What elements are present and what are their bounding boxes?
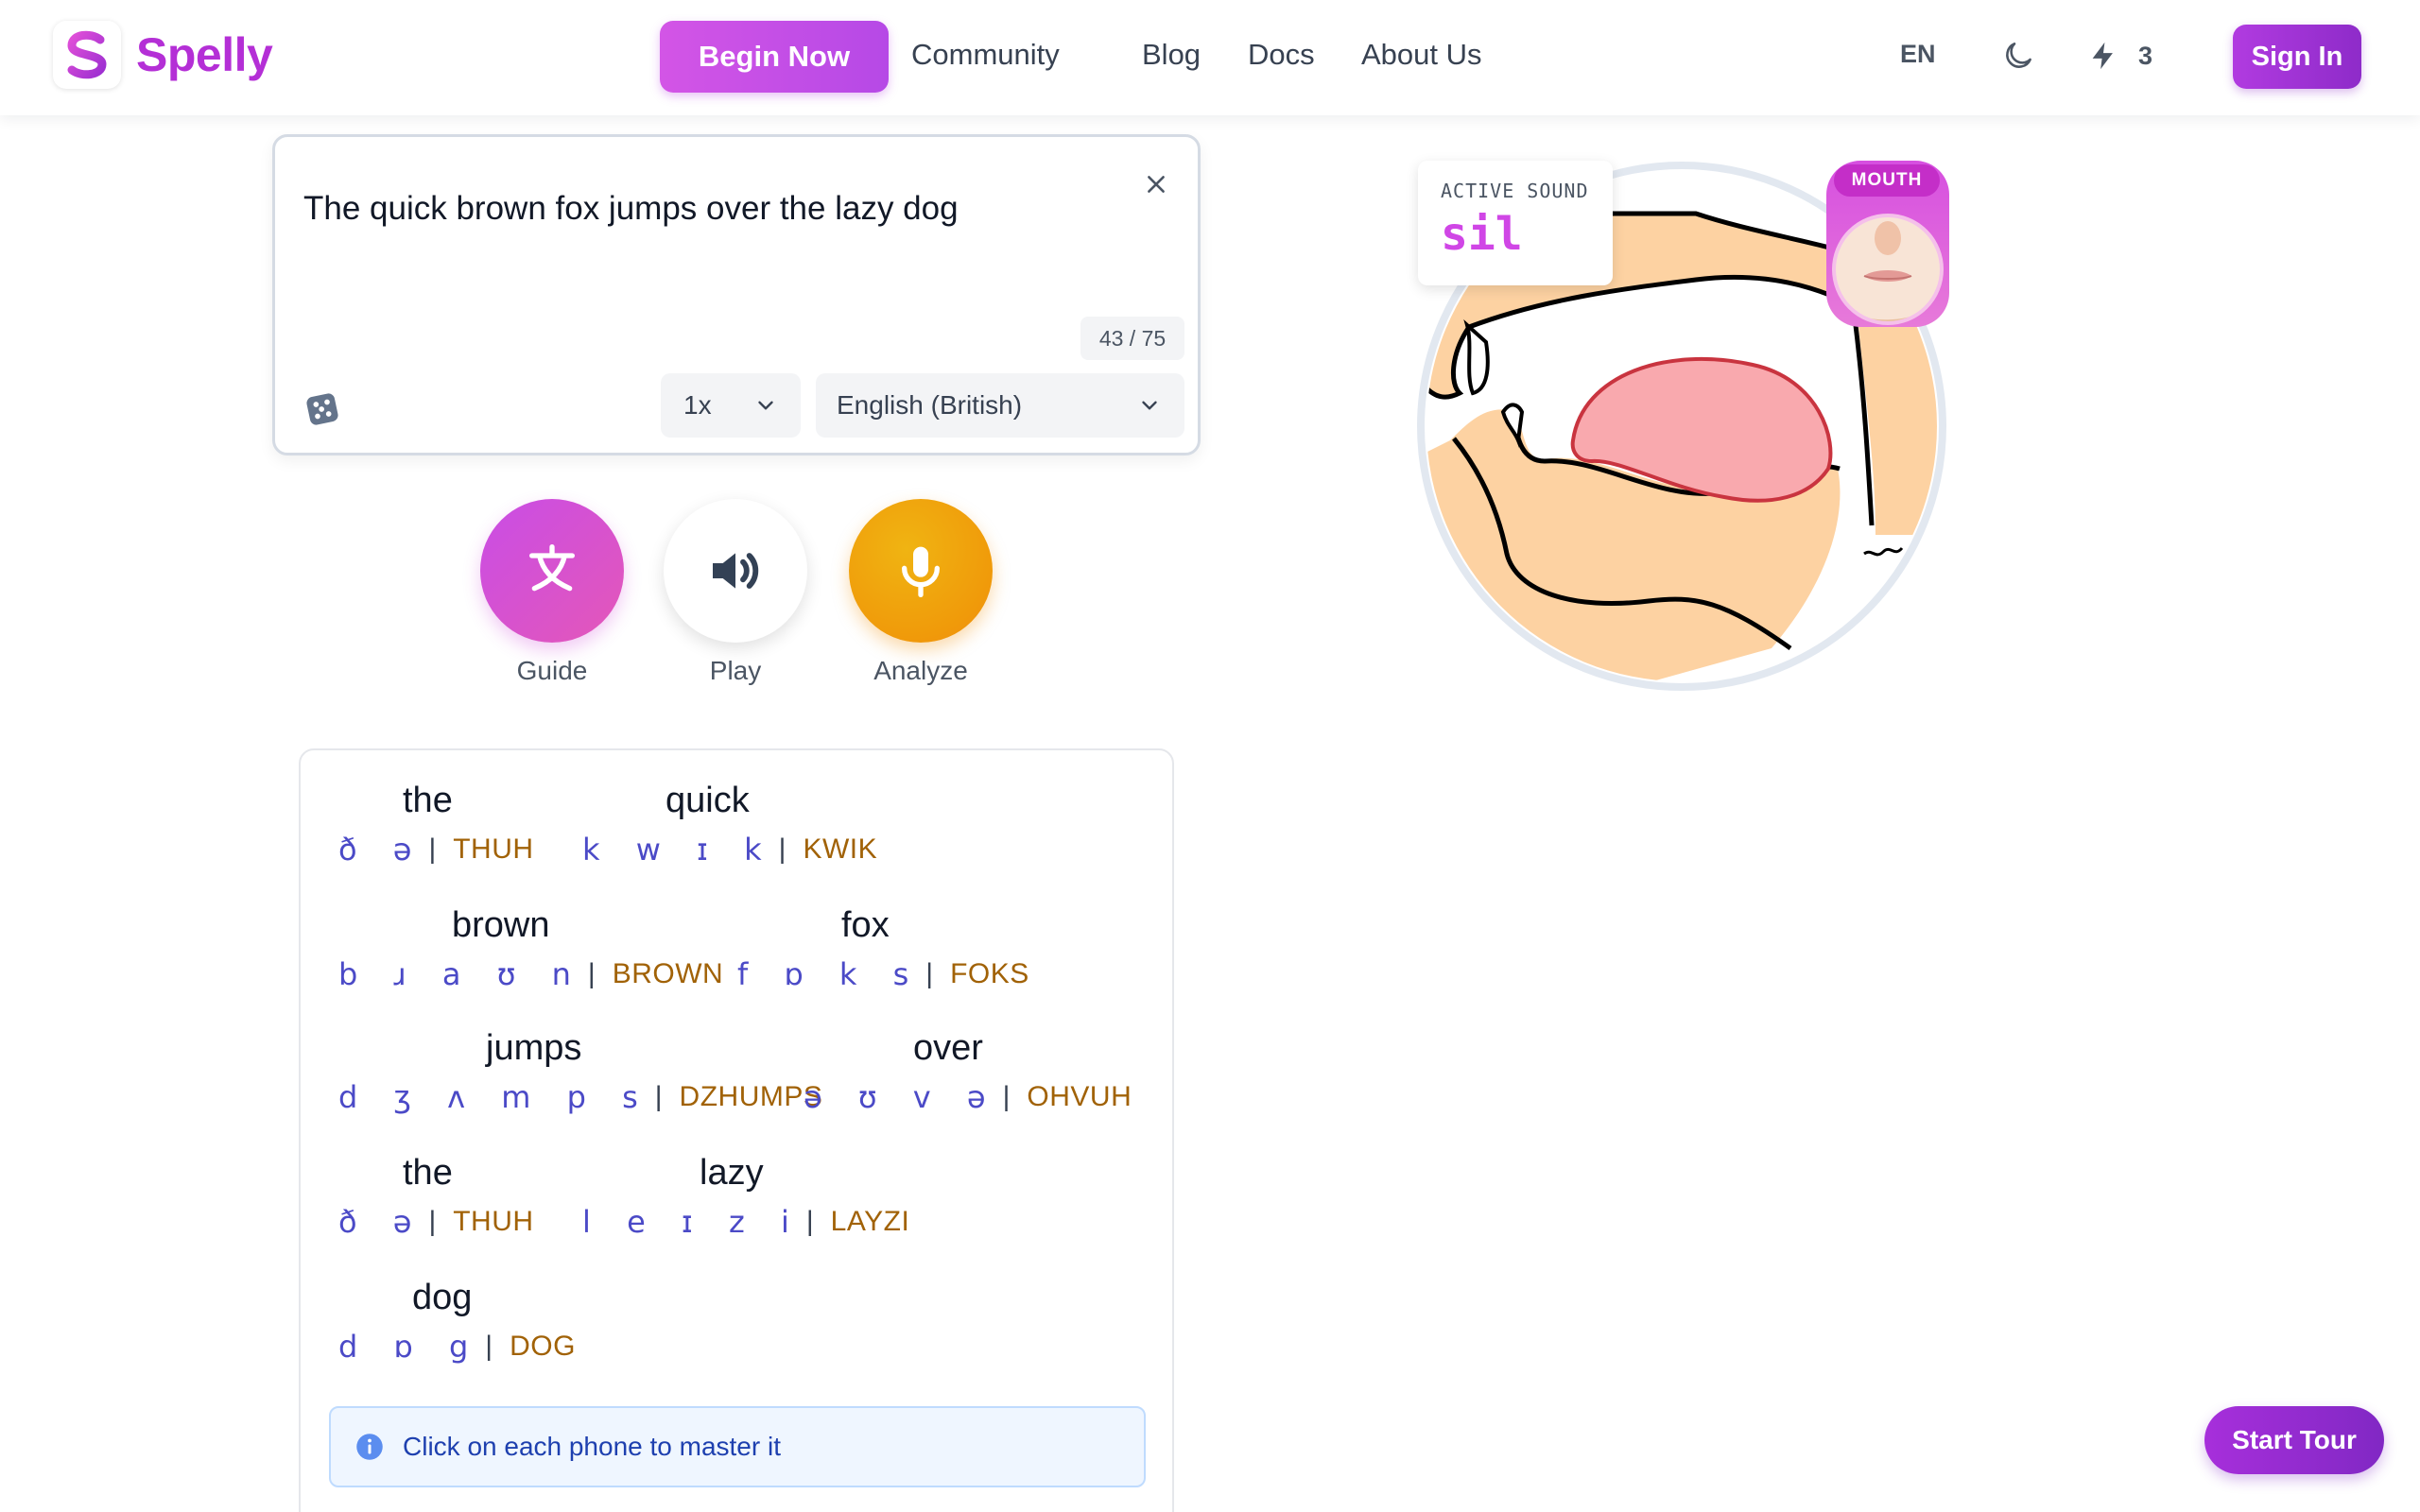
respelling: FOKS — [950, 958, 1029, 989]
face-avatar — [1832, 214, 1944, 325]
speaker-icon — [713, 553, 759, 589]
clear-icon[interactable] — [1137, 165, 1175, 203]
ipa-phones[interactable]: ð ə — [338, 832, 424, 868]
credits-count: 3 — [2138, 42, 2153, 70]
mouth-tag: MOUTH — [1834, 164, 1940, 197]
chevron-down-icon — [758, 401, 773, 410]
ipa-phones[interactable]: d ɒ g — [338, 1329, 481, 1365]
guide-button[interactable] — [480, 499, 624, 643]
speed-value: 1x — [683, 390, 712, 420]
separator: | — [485, 1331, 493, 1362]
transcription-row: the ð ə | THUH quick k w ɪ k | KWIK — [301, 781, 1172, 894]
word-label: over — [913, 1028, 983, 1068]
word-label: fox — [841, 905, 890, 945]
dice-icon[interactable] — [303, 390, 341, 433]
ipa-phones[interactable]: l e ɪ z i — [582, 1204, 803, 1240]
top-navbar: Spelly Begin Now Community Blog Docs Abo… — [0, 0, 2420, 115]
phone-group[interactable]: k w ɪ k | KWIK — [582, 832, 877, 868]
respelling: OHVUH — [1027, 1081, 1132, 1112]
mouth-preview[interactable]: MOUTH — [1826, 161, 1949, 327]
accent-value: English (British) — [837, 390, 1023, 420]
respelling: KWIK — [803, 833, 878, 865]
active-sound-label: ACTIVE SOUND — [1441, 180, 1589, 202]
text-input-card: The quick brown fox jumps over the lazy … — [272, 134, 1201, 455]
ipa-phones[interactable]: k w ɪ k — [582, 832, 775, 868]
word-label: dog — [412, 1278, 473, 1317]
transcription-row: brown b ɹ a ʊ n | BROWN fox f ɒ k s | FO… — [301, 905, 1172, 1019]
guide-label: Guide — [516, 656, 588, 685]
word-label: the — [403, 1153, 453, 1193]
info-text: Click on each phone to master it — [403, 1432, 781, 1461]
ipa-phones[interactable]: f ɒ k s — [737, 956, 922, 992]
analyze-label: Analyze — [873, 656, 968, 685]
separator: | — [587, 958, 596, 989]
nav-about-us[interactable]: About Us — [1361, 38, 1482, 72]
accent-select[interactable]: English (British) — [816, 373, 1184, 438]
microphone-icon — [902, 546, 940, 597]
phone-group[interactable]: d ɒ g | DOG — [338, 1329, 576, 1365]
phone-group[interactable]: ə ʊ v ə | OHVUH — [804, 1079, 1132, 1115]
speed-select[interactable]: 1x — [661, 373, 801, 438]
phone-group[interactable]: b ɹ a ʊ n | BROWN — [338, 956, 723, 992]
lightning-icon — [2087, 38, 2119, 78]
character-counter: 43 / 75 — [1080, 317, 1184, 360]
play-action[interactable]: Play — [664, 499, 807, 686]
word-label: brown — [452, 905, 550, 945]
separator: | — [1002, 1081, 1011, 1112]
transcription-card: the ð ə | THUH quick k w ɪ k | KWIK brow… — [299, 748, 1174, 1512]
text-input[interactable]: The quick brown fox jumps over the lazy … — [303, 190, 959, 228]
language-switcher[interactable]: EN — [1900, 40, 1936, 69]
ipa-phones[interactable]: b ɹ a ʊ n — [338, 956, 584, 992]
respelling: THUH — [453, 833, 534, 865]
separator: | — [428, 1206, 437, 1237]
analyze-button[interactable] — [849, 499, 993, 643]
start-tour-button[interactable]: Start Tour — [2204, 1406, 2384, 1474]
translate-icon — [529, 544, 575, 592]
transcription-row: dog d ɒ g | DOG — [301, 1278, 1172, 1391]
word-label: jumps — [486, 1028, 582, 1068]
nav-docs[interactable]: Docs — [1248, 38, 1315, 72]
separator: | — [654, 1081, 663, 1112]
transcription-row: the ð ə | THUH lazy l e ɪ z i | LAYZI — [301, 1153, 1172, 1266]
phone-group[interactable]: d ʒ ʌ m p s | DZHUMPS — [338, 1079, 822, 1115]
word-label: quick — [666, 781, 750, 820]
begin-now-button[interactable]: Begin Now — [660, 21, 889, 93]
active-sound-value: sil — [1441, 208, 1523, 261]
phone-group[interactable]: ð ə | THUH — [338, 832, 534, 868]
phone-group[interactable]: l e ɪ z i | LAYZI — [582, 1204, 909, 1240]
separator: | — [925, 958, 934, 989]
ipa-phones[interactable]: ə ʊ v ə — [804, 1079, 999, 1115]
respelling: DOG — [510, 1331, 576, 1362]
logo-icon — [53, 21, 121, 89]
active-sound-card: ACTIVE SOUND sil — [1418, 161, 1613, 285]
word-label: lazy — [700, 1153, 764, 1193]
respelling: LAYZI — [830, 1206, 910, 1237]
analyze-action[interactable]: Analyze — [849, 499, 993, 686]
phone-group[interactable]: ð ə | THUH — [338, 1204, 534, 1240]
brand-name: Spelly — [136, 28, 273, 81]
dark-mode-icon[interactable] — [2000, 38, 2036, 78]
chevron-down-icon — [1142, 401, 1157, 410]
info-icon — [356, 1434, 383, 1460]
ipa-phones[interactable]: d ʒ ʌ m p s — [338, 1079, 651, 1115]
transcription-row: jumps d ʒ ʌ m p s | DZHUMPS over ə ʊ v ə… — [301, 1028, 1172, 1142]
separator: | — [428, 833, 437, 865]
nav-community[interactable]: Community — [911, 38, 1060, 72]
info-banner: Click on each phone to master it — [329, 1406, 1146, 1487]
respelling: DZHUMPS — [679, 1081, 823, 1112]
ipa-phones[interactable]: ð ə — [338, 1204, 424, 1240]
sign-in-button[interactable]: Sign In — [2233, 25, 2361, 89]
play-button[interactable] — [664, 499, 807, 643]
nav-blog[interactable]: Blog — [1142, 38, 1201, 72]
play-label: Play — [709, 656, 762, 685]
brand-logo[interactable]: Spelly — [53, 21, 273, 89]
phone-group[interactable]: f ɒ k s | FOKS — [737, 956, 1029, 992]
respelling: THUH — [453, 1206, 534, 1237]
word-label: the — [403, 781, 453, 820]
separator: | — [778, 833, 786, 865]
respelling: BROWN — [612, 958, 724, 989]
guide-action[interactable]: Guide — [480, 499, 624, 686]
separator: | — [805, 1206, 814, 1237]
